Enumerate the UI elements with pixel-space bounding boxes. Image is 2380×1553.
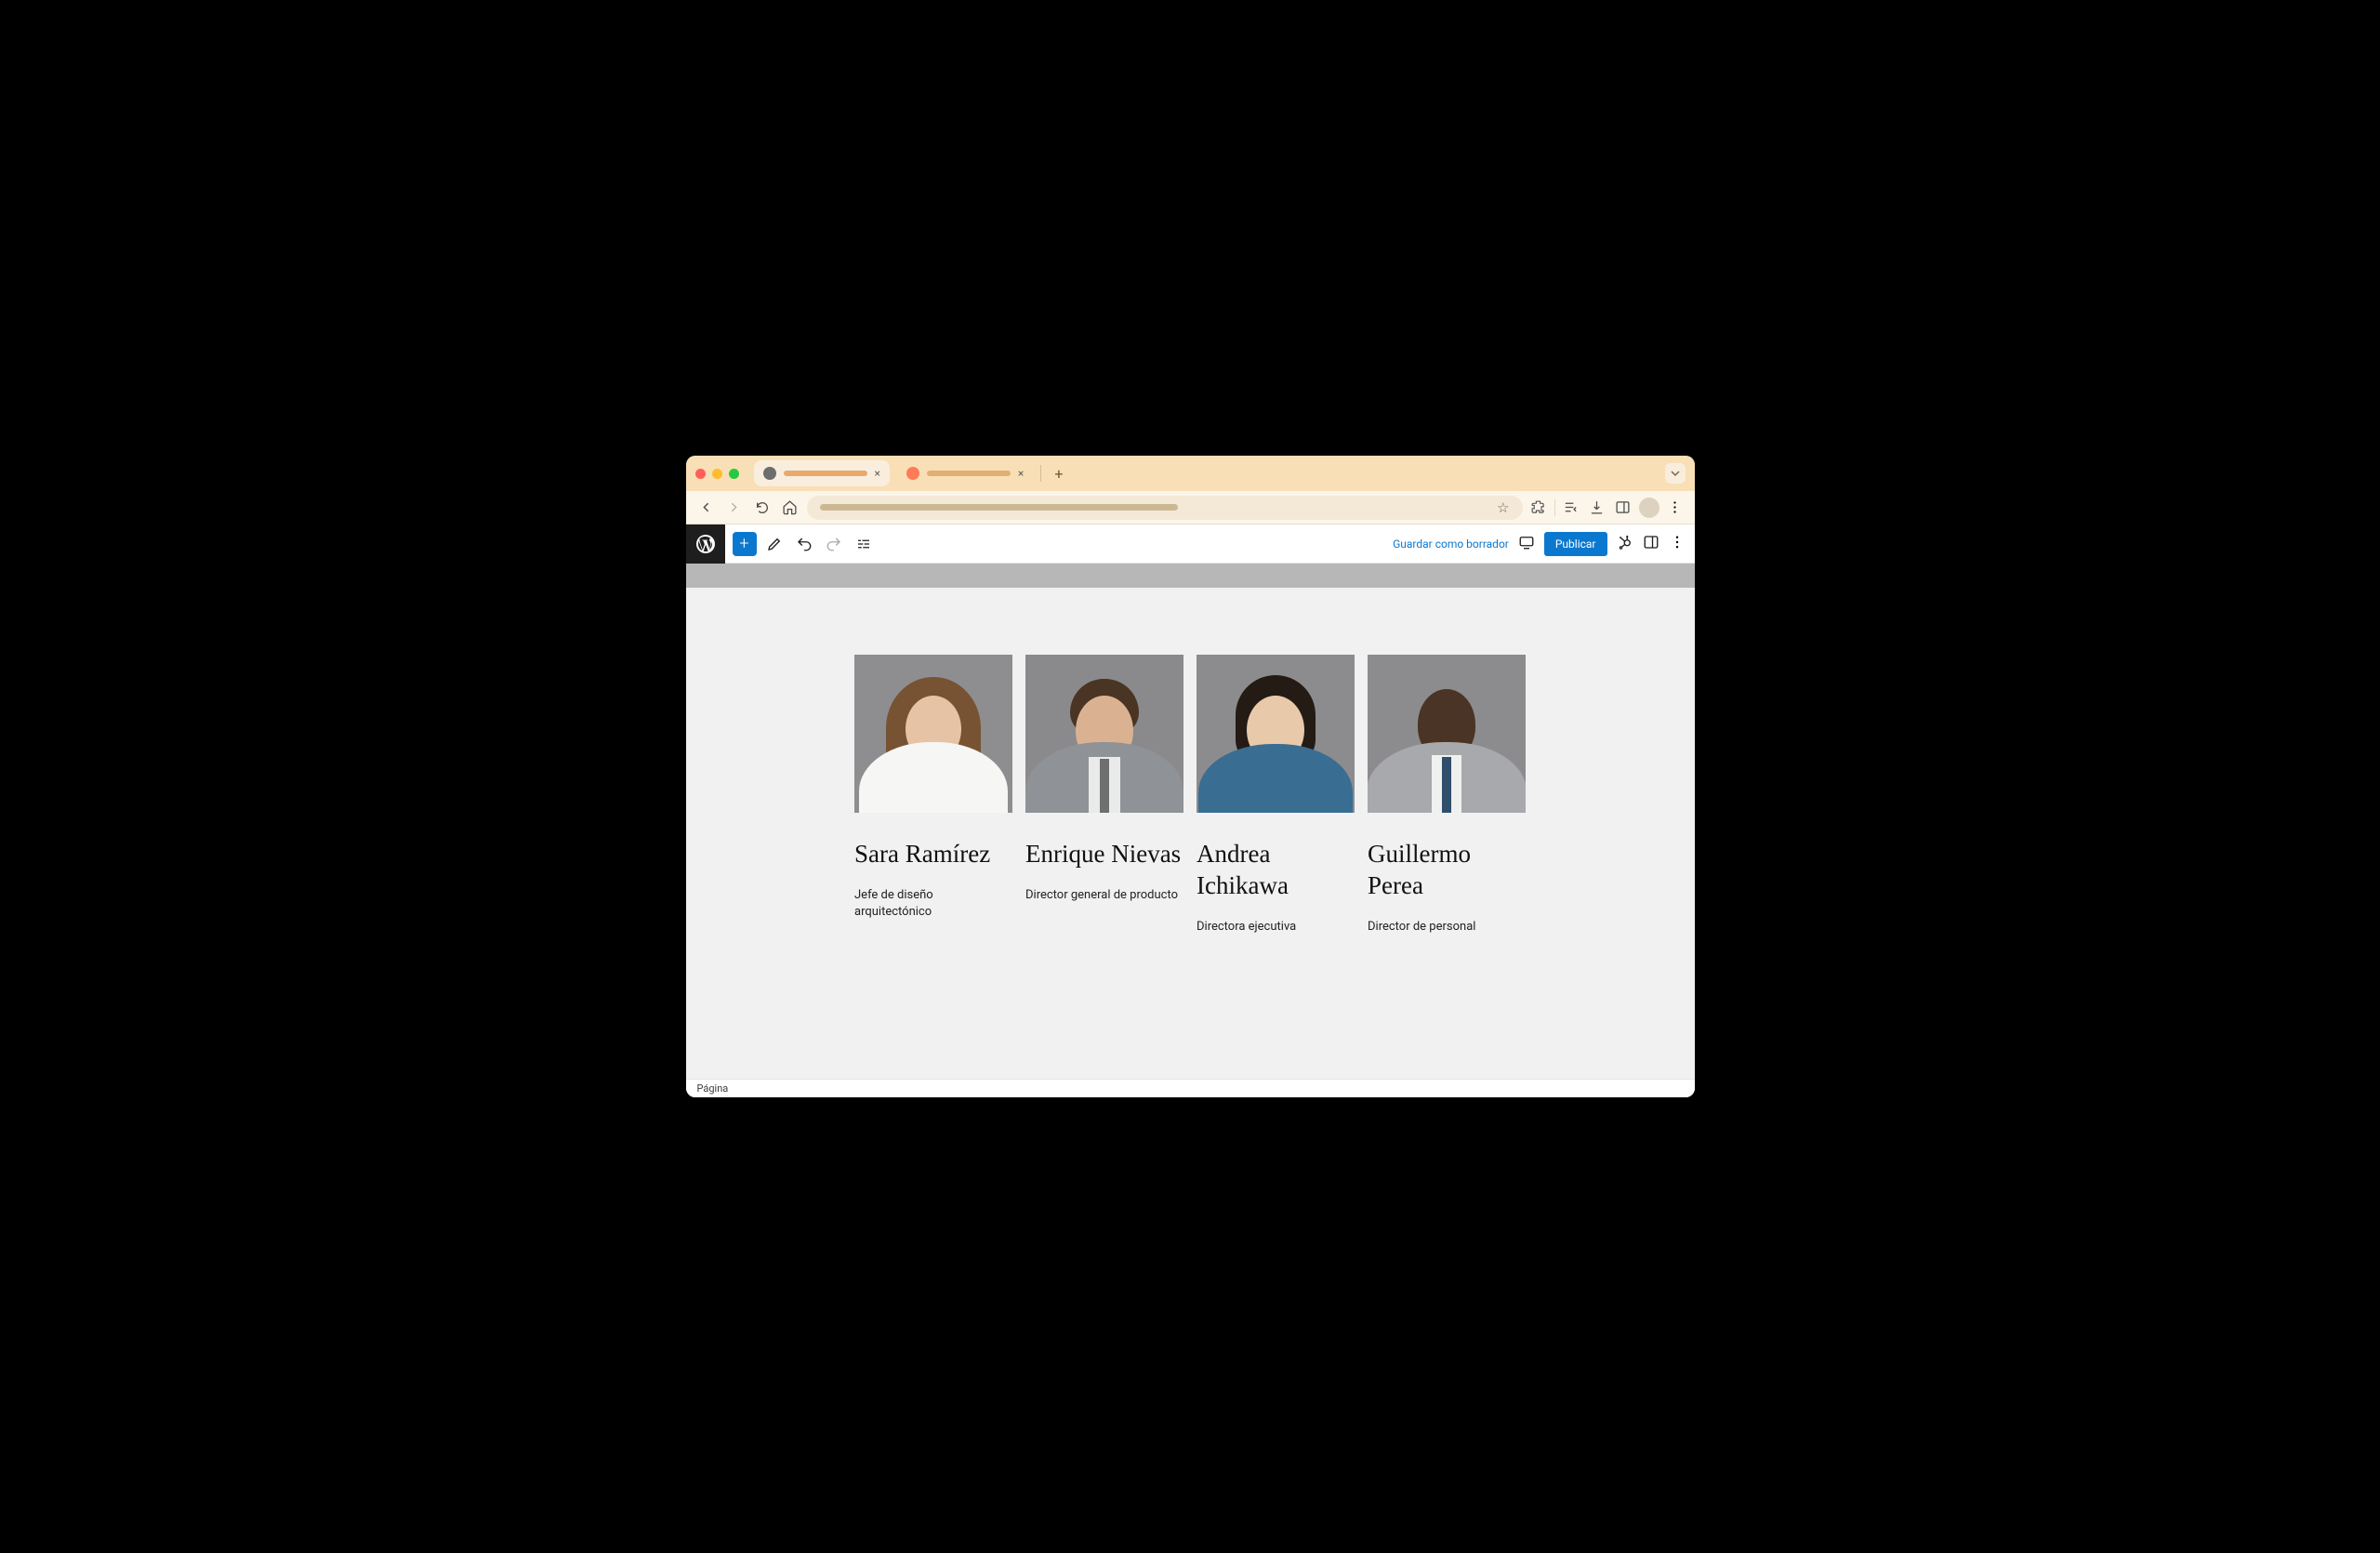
add-block-button[interactable]: + (733, 532, 757, 556)
tab-title-placeholder (784, 471, 867, 476)
profile-avatar[interactable] (1639, 498, 1659, 518)
publish-button[interactable]: Publicar (1544, 532, 1607, 556)
team-member-card[interactable]: Andrea Ichikawa Directora ejecutiva (1197, 655, 1355, 936)
undo-button[interactable] (792, 532, 816, 556)
team-member-role[interactable]: Director general de producto (1025, 887, 1183, 904)
team-member-image[interactable] (1368, 655, 1526, 813)
team-member-name[interactable]: Enrique Nievas (1025, 839, 1183, 870)
team-member-name[interactable]: Andrea Ichikawa (1197, 839, 1355, 902)
forward-button[interactable] (723, 497, 746, 519)
minimize-window-button[interactable] (712, 469, 722, 479)
separator (1554, 499, 1555, 516)
tab-separator (1040, 465, 1041, 482)
globe-icon (763, 467, 776, 480)
maximize-window-button[interactable] (729, 469, 739, 479)
redo-button[interactable] (822, 532, 846, 556)
team-member-role[interactable]: Director de personal (1368, 919, 1526, 936)
side-panel-icon[interactable] (1613, 498, 1633, 518)
editor-footer-breadcrumb[interactable]: Página (686, 1079, 1695, 1097)
browser-menu-button[interactable] (1665, 498, 1686, 518)
team-member-image[interactable] (1025, 655, 1183, 813)
settings-sidebar-toggle[interactable] (1643, 534, 1659, 554)
team-member-image[interactable] (854, 655, 1012, 813)
browser-tab-1[interactable]: × (754, 460, 890, 486)
reading-list-icon[interactable] (1561, 498, 1581, 518)
reload-button[interactable] (751, 497, 774, 519)
team-member-role[interactable]: Jefe de diseño arquitectónico (854, 887, 1012, 921)
address-bar[interactable]: ☆ (807, 496, 1523, 520)
header-placeholder-block[interactable] (686, 564, 1695, 588)
downloads-icon[interactable] (1587, 498, 1607, 518)
url-placeholder (820, 504, 1179, 511)
close-tab-icon[interactable]: × (1018, 467, 1024, 480)
editor-toolbar: + Guardar como borrador Publicar (686, 524, 1695, 564)
team-member-name[interactable]: Guillermo Perea (1368, 839, 1526, 902)
edit-tool-button[interactable] (762, 532, 787, 556)
bookmark-star-icon[interactable]: ☆ (1497, 499, 1509, 516)
document-overview-button[interactable] (852, 532, 876, 556)
tab-title-placeholder (927, 471, 1011, 476)
team-member-name[interactable]: Sara Ramírez (854, 839, 1012, 870)
tabs-bar: × × + (686, 456, 1695, 491)
breadcrumb-label: Página (697, 1082, 729, 1095)
close-window-button[interactable] (695, 469, 706, 479)
extensions-button[interactable] (1528, 498, 1549, 518)
wordpress-logo[interactable] (686, 524, 725, 564)
home-button[interactable] (779, 497, 801, 519)
window-controls (695, 469, 739, 479)
hubspot-icon (906, 467, 919, 480)
options-menu-button[interactable] (1669, 534, 1686, 554)
back-button[interactable] (695, 497, 718, 519)
hubspot-sprocket-icon[interactable] (1617, 534, 1633, 554)
browser-toolbar: ☆ (686, 491, 1695, 524)
team-member-image[interactable] (1197, 655, 1355, 813)
save-draft-link[interactable]: Guardar como borrador (1393, 538, 1509, 551)
team-member-role[interactable]: Directora ejecutiva (1197, 919, 1355, 936)
team-member-card[interactable]: Guillermo Perea Director de personal (1368, 655, 1526, 936)
team-member-card[interactable]: Sara Ramírez Jefe de diseño arquitectóni… (854, 655, 1012, 921)
team-member-card[interactable]: Enrique Nievas Director general de produ… (1025, 655, 1183, 904)
new-tab-button[interactable]: + (1049, 465, 1068, 483)
team-columns-block[interactable]: Sara Ramírez Jefe de diseño arquitectóni… (854, 655, 1526, 1042)
tab-overflow-button[interactable] (1665, 463, 1686, 484)
preview-desktop-icon[interactable] (1518, 534, 1535, 554)
close-tab-icon[interactable]: × (875, 467, 880, 480)
editor-canvas[interactable]: Sara Ramírez Jefe de diseño arquitectóni… (686, 564, 1695, 1097)
browser-tab-2[interactable]: × (897, 460, 1033, 486)
browser-window: × × + ☆ (686, 456, 1695, 1097)
